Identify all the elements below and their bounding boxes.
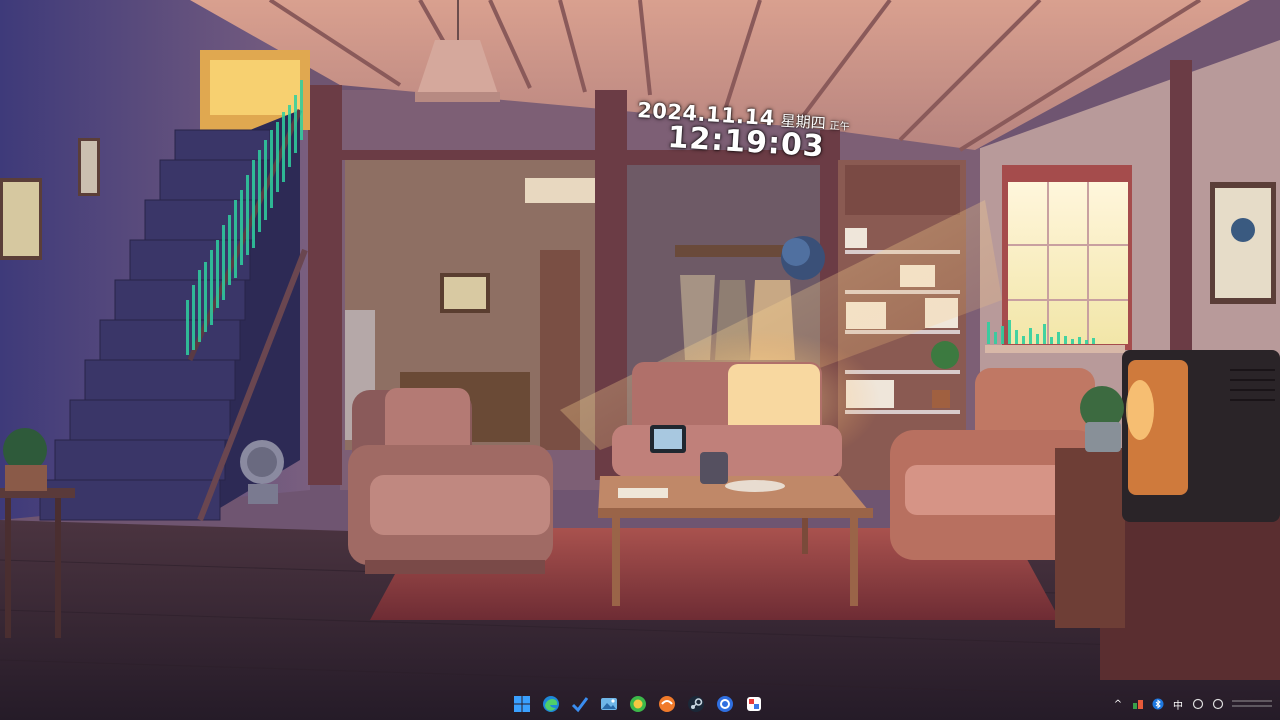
start-button[interactable] <box>510 692 534 716</box>
bluetooth-tray-button[interactable] <box>1152 695 1164 713</box>
blue-app-taskbar-button[interactable] <box>713 692 737 716</box>
todo-taskbar-button[interactable] <box>568 692 592 716</box>
app-360-taskbar-button[interactable] <box>626 692 650 716</box>
orange-app-icon <box>659 696 675 712</box>
orange-app-taskbar-button[interactable] <box>655 692 679 716</box>
tray-app-icon[interactable] <box>1132 695 1144 713</box>
edge-icon <box>543 696 559 712</box>
volume-icon <box>1212 698 1224 710</box>
tray-clock-readout <box>1232 700 1272 707</box>
widget-ampm: 正午 <box>829 120 850 133</box>
paint-taskbar-button[interactable] <box>742 692 766 716</box>
photos-icon <box>601 698 617 710</box>
input-method-indicator[interactable]: 中 <box>1172 695 1184 713</box>
paint-icon <box>747 697 761 711</box>
show-hidden-icons-chevron[interactable]: ^ <box>1112 695 1124 713</box>
tray-color-icon <box>1133 700 1143 709</box>
app-360-icon <box>630 696 646 712</box>
windows-logo-icon <box>514 696 530 712</box>
taskbar: ^ 中 <box>0 688 1280 720</box>
steam-icon <box>688 696 704 712</box>
bluetooth-icon <box>1152 698 1164 710</box>
taskbar-clock[interactable] <box>1232 695 1272 713</box>
edge-taskbar-button[interactable] <box>539 692 563 716</box>
photos-taskbar-button[interactable] <box>597 692 621 716</box>
volume-tray-button[interactable] <box>1212 695 1224 713</box>
blue-app-icon <box>717 696 733 712</box>
steam-taskbar-button[interactable] <box>684 692 708 716</box>
network-icon <box>1192 698 1204 710</box>
taskbar-app-list <box>510 692 766 716</box>
network-tray-button[interactable] <box>1192 695 1204 713</box>
checkmark-icon <box>571 697 589 713</box>
system-tray: ^ 中 <box>1112 694 1272 714</box>
